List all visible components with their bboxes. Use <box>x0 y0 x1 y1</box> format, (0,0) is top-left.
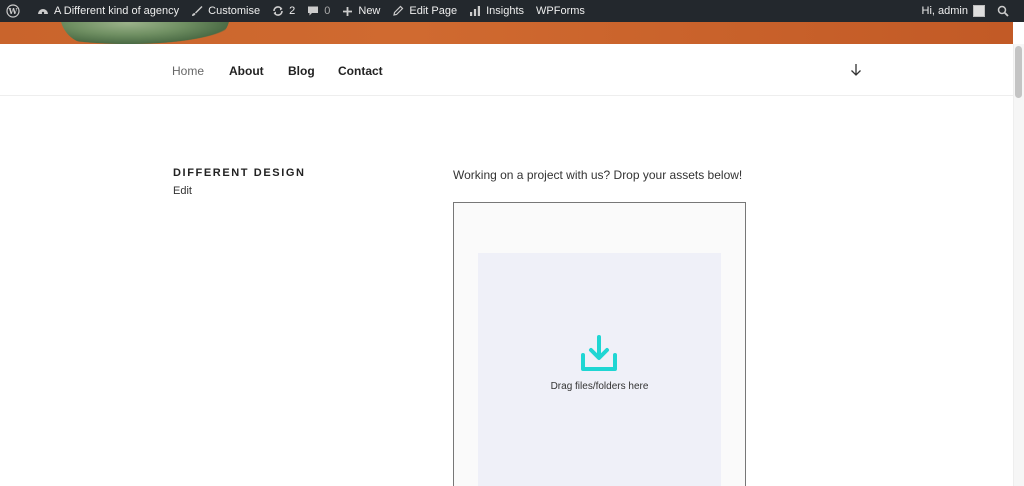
comments-count: 0 <box>324 5 331 17</box>
customise-label: Customise <box>208 5 261 17</box>
nav-item-about[interactable]: About <box>229 64 264 78</box>
nav-item-contact[interactable]: Contact <box>338 64 383 78</box>
comment-icon <box>308 6 319 16</box>
pencil-icon <box>393 5 404 16</box>
wordpress-icon: W <box>6 4 20 18</box>
arrow-down-icon[interactable] <box>848 62 864 78</box>
widget-title: DIFFERENT DESIGN <box>173 167 306 179</box>
customise-link[interactable]: Customise <box>185 0 266 22</box>
site-name-link[interactable]: A Different kind of agency <box>31 0 185 22</box>
edit-link[interactable]: Edit <box>173 185 192 197</box>
wpforms-link[interactable]: WPForms <box>530 0 591 22</box>
edit-page-link[interactable]: Edit Page <box>386 0 463 22</box>
bar-chart-icon <box>470 6 481 16</box>
scrollbar-thumb[interactable] <box>1015 46 1022 98</box>
updates-count: 2 <box>289 5 296 17</box>
comments-link[interactable]: 0 <box>301 0 336 22</box>
header-image <box>0 22 1013 44</box>
search-icon <box>997 5 1009 17</box>
edit-page-label: Edit Page <box>409 5 458 17</box>
plus-icon <box>343 6 353 16</box>
brush-icon <box>192 6 203 16</box>
svg-text:W: W <box>8 6 19 16</box>
header-plant-image <box>60 22 230 44</box>
wpforms-label: WPForms <box>536 5 585 17</box>
updates-link[interactable]: 2 <box>266 0 301 22</box>
insights-link[interactable]: Insights <box>463 0 530 22</box>
search-button[interactable] <box>991 0 1024 22</box>
dropzone-label: Drag files/folders here <box>550 381 649 392</box>
account-menu[interactable]: Hi, admin <box>916 0 991 22</box>
insights-label: Insights <box>486 5 525 17</box>
refresh-icon <box>273 6 283 16</box>
nav-item-blog[interactable]: Blog <box>288 64 315 78</box>
new-label: New <box>358 5 381 17</box>
new-content-link[interactable]: New <box>336 0 386 22</box>
dashboard-icon <box>38 9 48 15</box>
avatar <box>973 5 985 17</box>
main-navigation: Home About Blog Contact <box>0 44 1013 96</box>
admin-bar: W A Different kind of agency Customise 2… <box>0 0 1024 22</box>
account-greeting: Hi, admin <box>921 5 968 17</box>
wordpress-menu[interactable]: W <box>0 0 31 22</box>
site-name: A Different kind of agency <box>54 5 180 17</box>
download-tray-icon <box>581 335 617 371</box>
page-scrollbar[interactable] <box>1013 44 1024 486</box>
intro-text: Working on a project with us? Drop your … <box>453 168 743 182</box>
nav-item-home[interactable]: Home <box>172 64 204 78</box>
